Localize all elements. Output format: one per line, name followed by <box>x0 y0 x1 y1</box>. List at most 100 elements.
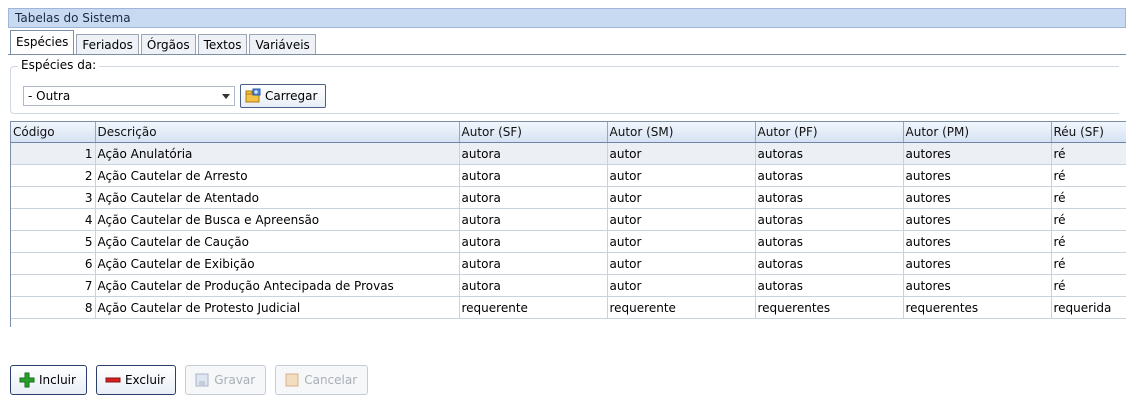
cell-autor-pm: requerentes <box>903 296 1052 319</box>
cell-autor-pf: autoras <box>755 252 904 275</box>
cell-descricao: Ação Cautelar de Caução <box>95 230 460 253</box>
cell-codigo: 8 <box>11 296 96 319</box>
cell-autor-sf: autora <box>459 208 608 231</box>
cell-codigo: 4 <box>11 208 96 231</box>
cell-descricao: Ação Cautelar de Busca e Apreensão <box>95 208 460 231</box>
cell-autor-pf: autoras <box>755 274 904 297</box>
cell-autor-sm: autor <box>607 230 756 253</box>
table-row[interactable]: 4 Ação Cautelar de Busca e Apreensão aut… <box>11 208 1126 231</box>
cell-descricao: Ação Cautelar de Atentado <box>95 186 460 209</box>
save-button[interactable]: Gravar <box>185 365 267 395</box>
cell-autor-sm: autor <box>607 164 756 187</box>
cell-autor-pm: autores <box>903 164 1052 187</box>
plus-icon <box>19 372 35 388</box>
cell-autor-sm: autor <box>607 252 756 275</box>
minus-icon <box>105 372 121 388</box>
cell-autor-pm: autores <box>903 186 1052 209</box>
cell-autor-pm: autores <box>903 252 1052 275</box>
cancel-button-label: Cancelar <box>304 373 358 387</box>
tab-divider <box>8 54 1126 55</box>
column-header-reu-sf[interactable]: Réu (SF) <box>1051 122 1126 143</box>
cell-descricao: Ação Cautelar de Arresto <box>95 164 460 187</box>
cancel-button[interactable]: Cancelar <box>275 365 369 395</box>
cell-codigo: 2 <box>11 164 96 187</box>
cell-codigo: 3 <box>11 186 96 209</box>
column-header-descricao[interactable]: Descrição <box>95 122 460 143</box>
cell-autor-sm: autor <box>607 208 756 231</box>
table-row[interactable]: 2 Ação Cautelar de Arresto autora autor … <box>11 164 1126 187</box>
species-table: Código Descrição Autor (SF) Autor (SM) A… <box>10 121 1126 327</box>
cell-descricao: Ação Cautelar de Produção Antecipada de … <box>95 274 460 297</box>
table-row[interactable]: 5 Ação Cautelar de Caução autora autor a… <box>11 230 1126 253</box>
cell-codigo: 1 <box>11 142 96 165</box>
cell-autor-sm: autor <box>607 274 756 297</box>
tab-orgaos[interactable]: Órgãos <box>140 34 196 54</box>
cell-autor-sm: autor <box>607 142 756 165</box>
table-row[interactable]: 6 Ação Cautelar de Exibição autora autor… <box>11 252 1126 275</box>
tab-variaveis[interactable]: Variáveis <box>249 34 316 54</box>
cell-autor-pm: autores <box>903 208 1052 231</box>
cell-reu-sf: ré <box>1051 186 1126 209</box>
table-row[interactable]: 1 Ação Anulatória autora autor autoras a… <box>11 142 1126 165</box>
cell-autor-sf: autora <box>459 186 608 209</box>
cell-autor-pm: autores <box>903 142 1052 165</box>
cell-reu-sf: ré <box>1051 164 1126 187</box>
cell-reu-sf: ré <box>1051 274 1126 297</box>
load-button[interactable]: Carregar <box>240 84 326 108</box>
species-source-value: - Outra <box>28 89 71 103</box>
species-source-select[interactable]: - Outra <box>23 86 235 106</box>
delete-button-label: Excluir <box>124 373 166 387</box>
cell-autor-pf: autoras <box>755 208 904 231</box>
cell-autor-sm: requerente <box>607 296 756 319</box>
load-folder-icon <box>245 88 261 104</box>
column-header-autor-sf[interactable]: Autor (SF) <box>459 122 608 143</box>
cell-reu-sf: ré <box>1051 142 1126 165</box>
table-header-row: Código Descrição Autor (SF) Autor (SM) A… <box>11 122 1126 143</box>
cell-autor-pf: autoras <box>755 142 904 165</box>
column-header-autor-pf[interactable]: Autor (PF) <box>755 122 904 143</box>
tab-bar: Espécies Feriados Órgãos Textos Variávei… <box>10 30 318 54</box>
cell-codigo: 5 <box>11 230 96 253</box>
tab-textos[interactable]: Textos <box>197 34 248 54</box>
cell-autor-pm: autores <box>903 230 1052 253</box>
cell-reu-sf: requerida <box>1051 296 1126 319</box>
cell-autor-pf: requerentes <box>755 296 904 319</box>
cell-codigo: 7 <box>11 274 96 297</box>
window-title: Tabelas do Sistema <box>8 8 1126 28</box>
cell-autor-pf: autoras <box>755 186 904 209</box>
cell-autor-sm: autor <box>607 186 756 209</box>
column-header-autor-sm[interactable]: Autor (SM) <box>607 122 756 143</box>
cell-autor-pm: autores <box>903 274 1052 297</box>
cell-autor-sf: autora <box>459 230 608 253</box>
table-row[interactable]: 7 Ação Cautelar de Produção Antecipada d… <box>11 274 1126 297</box>
table-row[interactable]: 3 Ação Cautelar de Atentado autora autor… <box>11 186 1126 209</box>
cell-reu-sf: ré <box>1051 230 1126 253</box>
column-header-autor-pm[interactable]: Autor (PM) <box>903 122 1052 143</box>
cell-autor-sf: autora <box>459 164 608 187</box>
cell-autor-sf: autora <box>459 142 608 165</box>
column-header-codigo[interactable]: Código <box>11 122 96 143</box>
cell-autor-sf: requerente <box>459 296 608 319</box>
action-bar: Incluir Excluir Gravar Cancelar <box>10 365 377 395</box>
cell-descricao: Ação Cautelar de Exibição <box>95 252 460 275</box>
cell-descricao: Ação Anulatória <box>95 142 460 165</box>
cell-reu-sf: ré <box>1051 252 1126 275</box>
cell-autor-sf: autora <box>459 252 608 275</box>
include-button[interactable]: Incluir <box>10 365 87 395</box>
cell-codigo: 6 <box>11 252 96 275</box>
cell-reu-sf: ré <box>1051 208 1126 231</box>
delete-button[interactable]: Excluir <box>95 365 177 395</box>
chevron-down-icon <box>222 94 230 99</box>
save-button-label: Gravar <box>214 373 256 387</box>
cancel-icon <box>284 372 300 388</box>
save-disk-icon <box>194 372 210 388</box>
include-button-label: Incluir <box>39 373 76 387</box>
cell-autor-pf: autoras <box>755 164 904 187</box>
tab-especies[interactable]: Espécies <box>10 30 75 54</box>
tab-feriados[interactable]: Feriados <box>76 34 139 54</box>
cell-descricao: Ação Cautelar de Protesto Judicial <box>95 296 460 319</box>
table-row[interactable]: 8 Ação Cautelar de Protesto Judicial req… <box>11 296 1126 319</box>
cell-autor-sf: autora <box>459 274 608 297</box>
cell-autor-pf: autoras <box>755 230 904 253</box>
species-filter-legend: Espécies da: <box>18 58 100 72</box>
